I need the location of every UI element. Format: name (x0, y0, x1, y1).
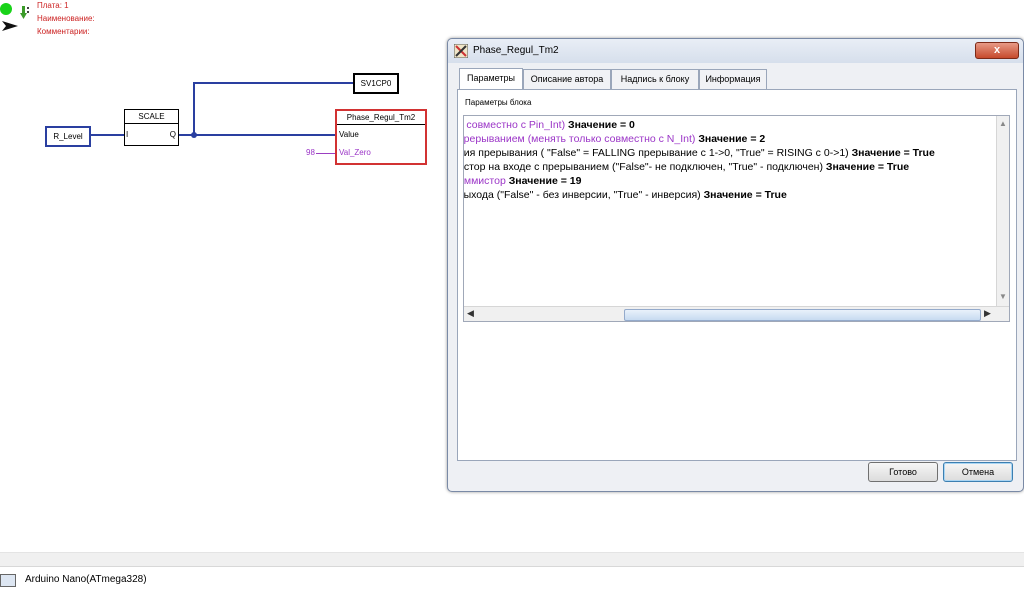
scroll-left-icon[interactable]: ◀ (467, 308, 474, 319)
board-label: Плата: 1 (37, 1, 69, 10)
device-icon (0, 574, 16, 587)
list-item[interactable]: ния прерывания ( "False" = FALLING преры… (464, 146, 935, 160)
wire-junction (191, 132, 197, 138)
scroll-right-icon[interactable]: ▶ (984, 308, 991, 319)
status-bar: Arduino Nano(ATmega328) (0, 566, 1024, 591)
scale-title: SCALE (125, 110, 178, 124)
list-item[interactable]: ь совместно с Pin_Int) Значение = 0 (464, 118, 635, 132)
wire-vertical (193, 82, 195, 136)
scale-block[interactable]: SCALE I Q (124, 109, 179, 146)
value-pin: Value (339, 130, 359, 139)
constant-98[interactable]: 98 (306, 148, 315, 158)
status-dot (0, 3, 12, 15)
list-item[interactable]: выхода ("False" - без инверсии, "True" -… (464, 188, 787, 202)
parameters-list[interactable]: ь совместно с Pin_Int) Значение = 0 прер… (463, 115, 1010, 322)
panel-label: Параметры блока (465, 98, 532, 107)
pointer-arrow-icon[interactable] (2, 21, 18, 31)
wire-rlevel-scale (88, 134, 125, 136)
tab-parameters[interactable]: Параметры (459, 68, 523, 90)
cancel-button[interactable]: Отмена (943, 462, 1013, 482)
wire-const-valzero (316, 153, 336, 154)
vertical-scrollbar[interactable]: ▲ ▼ (996, 116, 1009, 321)
scroll-down-icon[interactable]: ▼ (999, 292, 1007, 301)
name-label: Наименование: (37, 14, 95, 23)
phase-regul-block[interactable]: Phase_Regul_Tm2 Value Val_Zero (335, 109, 427, 165)
wire-to-sv1cp0 (193, 82, 355, 84)
tab-author-description[interactable]: Описание автора (523, 69, 611, 89)
list-item[interactable]: иммистор Значение = 19 (464, 174, 581, 188)
list-item[interactable]: прерыванием (менять только совместно с N… (464, 132, 765, 146)
list-item[interactable]: истор на входе с прерыванием ("False"- н… (464, 160, 909, 174)
device-label: Arduino Nano(ATmega328) (25, 574, 147, 585)
download-arrow-icon[interactable] (20, 6, 30, 20)
ok-button[interactable]: Готово (868, 462, 938, 482)
scroll-up-icon[interactable]: ▲ (999, 119, 1007, 128)
horizontal-scrollbar[interactable]: ◀ ▶ (464, 306, 1009, 321)
scale-output-pin: Q (169, 130, 176, 139)
r-level-label: R_Level (53, 132, 83, 141)
tab-information[interactable]: Информация (699, 69, 767, 89)
val-zero-pin: Val_Zero (339, 148, 371, 157)
comments-label: Комментарии: (37, 27, 90, 36)
close-button[interactable]: x (975, 42, 1019, 59)
parameters-panel: Параметры блока ь совместно с Pin_Int) З… (457, 89, 1017, 461)
sv1cp0-label: SV1CP0 (360, 79, 392, 88)
block-icon (454, 44, 468, 58)
phase-regul-title: Phase_Regul_Tm2 (337, 111, 425, 125)
r-level-variable[interactable]: R_Level (45, 126, 91, 147)
wire-scale-value (178, 134, 336, 136)
tab-block-caption[interactable]: Надпись к блоку (611, 69, 699, 89)
sv1cp0-block[interactable]: SV1CP0 (353, 73, 399, 94)
scroll-thumb[interactable] (624, 309, 981, 321)
scale-input-pin: I (126, 130, 129, 139)
block-parameters-dialog: Phase_Regul_Tm2 x Параметры Описание авт… (447, 38, 1024, 492)
dialog-title: Phase_Regul_Tm2 (473, 45, 559, 56)
canvas-scrollbar[interactable] (0, 552, 1024, 566)
